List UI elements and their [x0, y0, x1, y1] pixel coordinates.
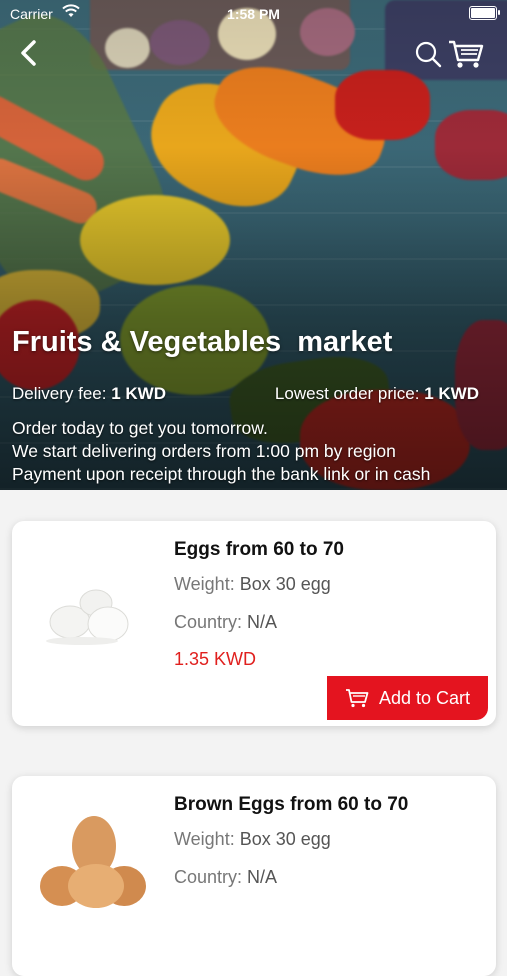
product-card[interactable]: Eggs from 60 to 70 Weight: Box 30 egg Co… [12, 521, 496, 726]
product-image [12, 521, 167, 726]
add-to-cart-label: Add to Cart [378, 687, 471, 708]
delivery-fee-value: 1 KWD [111, 384, 166, 403]
product-image [12, 776, 167, 976]
product-price: 1.35 KWD [174, 649, 257, 669]
product-country: Country: N/A [174, 612, 278, 632]
lowest-order-price: Lowest order price: 1 KWD [274, 384, 479, 403]
back-arrow-icon[interactable] [14, 38, 44, 68]
search-icon[interactable] [414, 40, 442, 68]
status-bar: Carrier 1:58 PM [0, 0, 507, 28]
product-country: Country: N/A [174, 867, 278, 887]
status-time: 1:58 PM [227, 6, 280, 22]
market-info: Order today to get you tomorrow. We star… [12, 417, 430, 486]
info-line: We start delivering orders from 1:00 pm … [12, 441, 396, 461]
product-card[interactable]: Brown Eggs from 60 to 70 Weight: Box 30 … [12, 776, 496, 976]
product-weight: Weight: Box 30 egg [174, 574, 331, 594]
market-title: Fruits & Vegetables market [12, 326, 393, 358]
info-line: Order today to get you tomorrow. [12, 418, 268, 438]
cart-icon[interactable] [448, 38, 484, 70]
cart-icon [345, 688, 369, 708]
market-hero: Carrier 1:58 PM Fruits & Vegetables mark… [0, 0, 507, 490]
delivery-fee: Delivery fee: 1 KWD [12, 384, 166, 403]
product-weight: Weight: Box 30 egg [174, 829, 331, 849]
info-line: Payment upon receipt through the bank li… [12, 464, 431, 484]
battery-icon [469, 6, 500, 20]
product-name: Brown Eggs from 60 to 70 [174, 794, 409, 815]
lowest-order-value: 1 KWD [424, 384, 479, 403]
add-to-cart-button[interactable]: Add to Cart [327, 676, 488, 720]
product-name: Eggs from 60 to 70 [174, 539, 344, 560]
